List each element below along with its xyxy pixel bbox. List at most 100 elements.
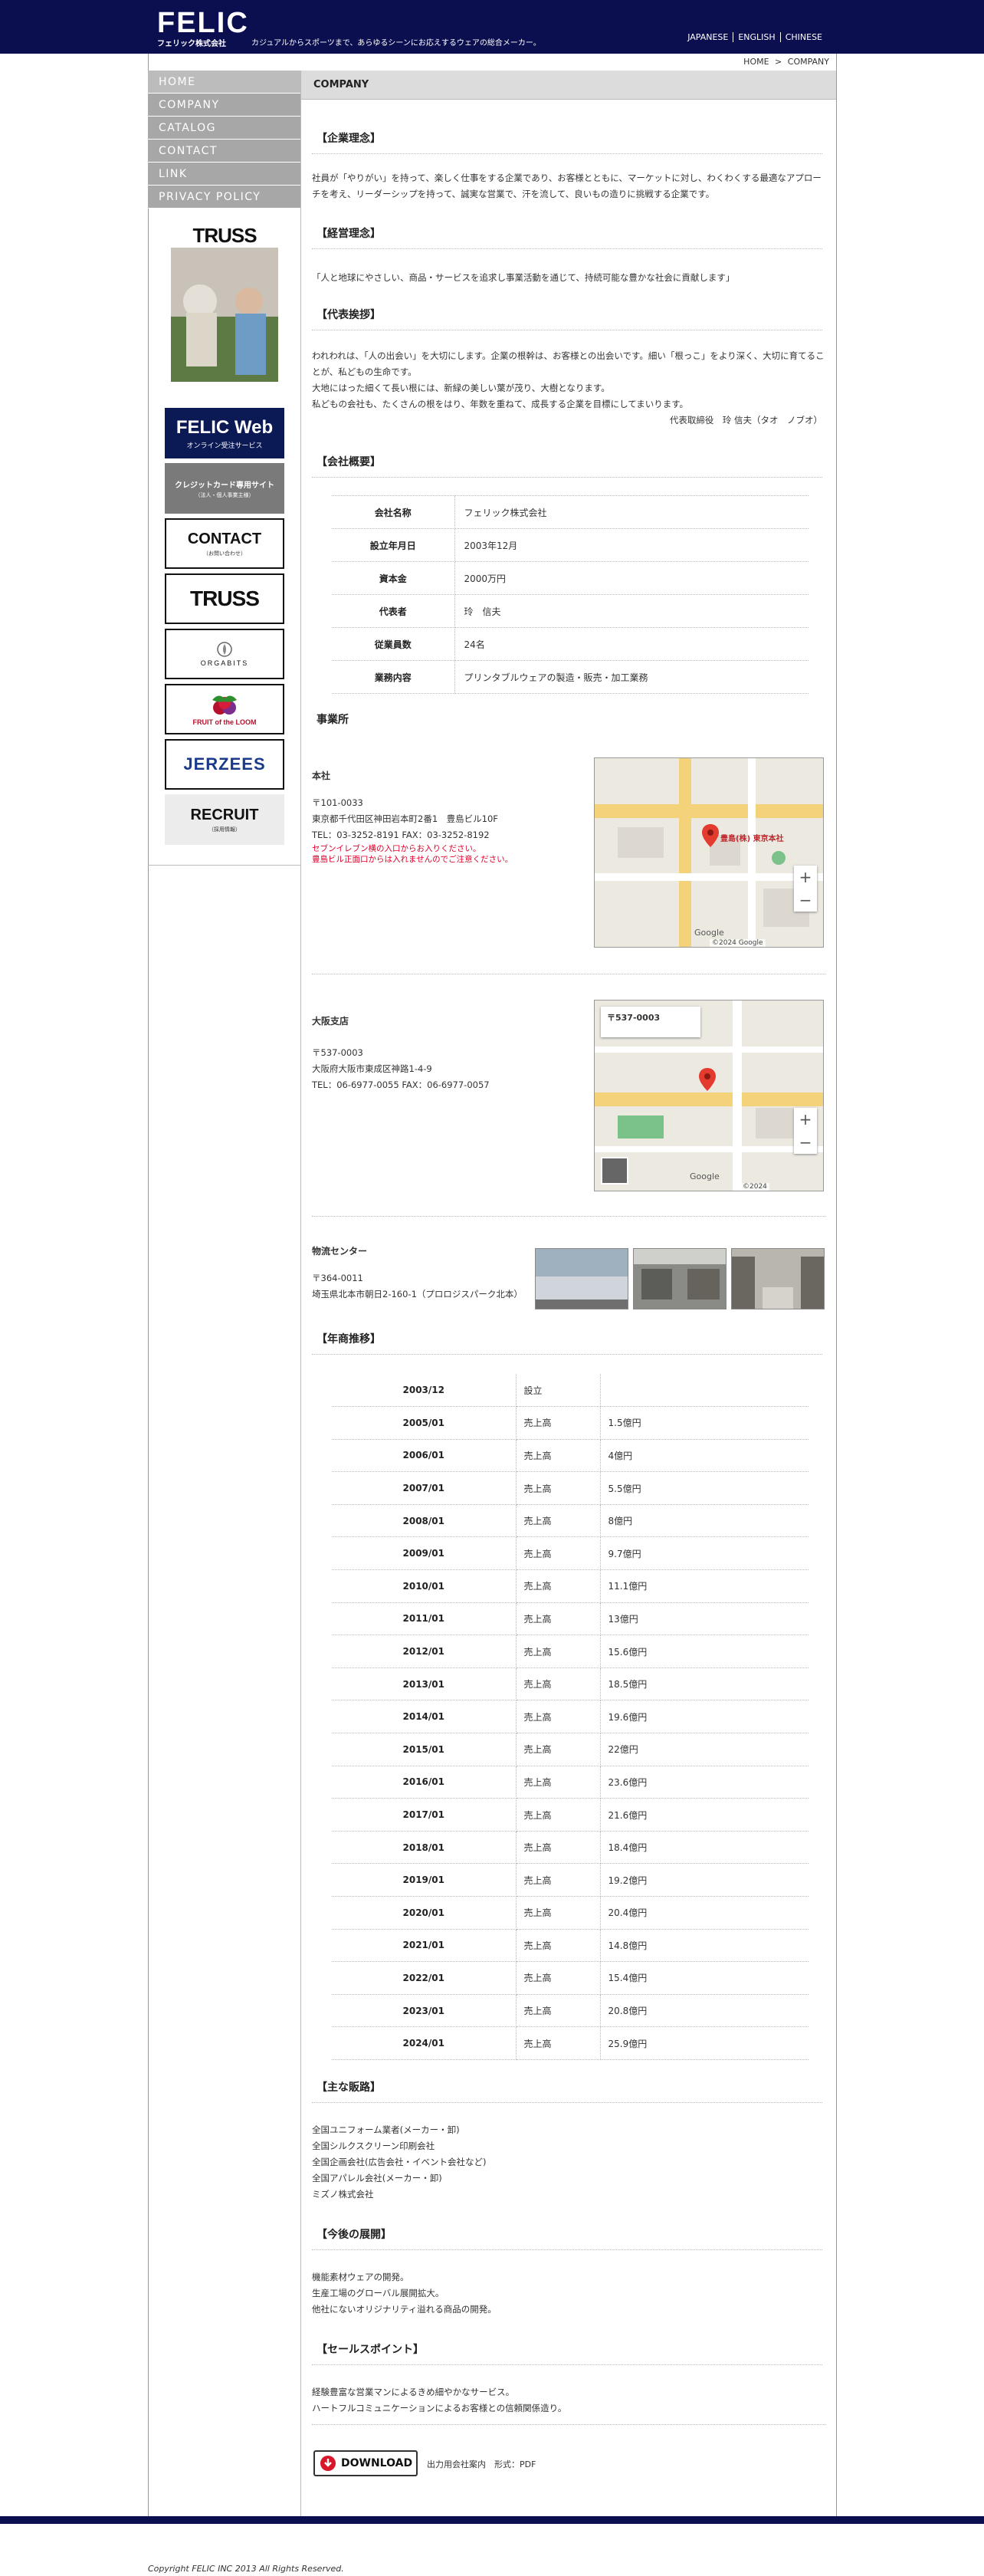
list-item: 全国ユニフォーム業者(メーカー・卸) <box>312 2124 460 2135</box>
history-year: 2005/01 <box>332 1406 517 1440</box>
history-amount: 21.6億円 <box>600 1798 809 1832</box>
credit-card-banner[interactable]: クレジットカード専用サイト （法人・個人事業主様） <box>165 463 284 514</box>
osaka-office-address: 大阪府大阪市東成区神路1-4-9 <box>312 1063 432 1074</box>
greeting-text: われわれは、「人の出会い」を大切にします。企業の根幹は、お客様との出会いです。細… <box>312 348 825 429</box>
street-view-thumb[interactable] <box>601 1157 628 1184</box>
history-amount: 13億円 <box>600 1602 809 1636</box>
recruit-title: RECRUIT <box>190 806 259 823</box>
jerzees-banner[interactable]: JERZEES <box>165 739 284 790</box>
history-amount: 20.4億円 <box>600 1896 809 1930</box>
copyright: Copyright FELIC INC 2013 All Rights Rese… <box>148 2564 344 2574</box>
warehouse-interior-photo-2 <box>731 1248 825 1309</box>
philosophy-text: 社員が「やりがい」を持って、楽しく仕事をする企業であり、お客様とともに、マーケッ… <box>312 172 822 199</box>
contact-title: CONTACT <box>187 530 262 547</box>
truss-logo: TRUSS <box>190 586 260 610</box>
history-label: 売上高 <box>516 1536 601 1571</box>
fruit-of-the-loom-banner[interactable]: FRUIT of the LOOM <box>165 684 284 734</box>
greeting-line-2: 大地にはった細くて長い根には、新緑の美しい葉が茂り、大樹となります。 <box>312 383 610 393</box>
table-row: 2011/01 売上高 13億円 <box>332 1602 809 1636</box>
annual-sales-table: 2003/12 設立 2005/01 売上高 1.5億円 2006/01 売上高 4億円 200… <box>332 1374 809 2060</box>
history-label: 売上高 <box>516 1831 601 1865</box>
orgabits-banner[interactable]: ORGABITS <box>165 629 284 679</box>
table-row: 会社名称 フェリック株式会社 <box>332 495 809 529</box>
felic-web-subtitle: オンライン受注サービス <box>186 442 263 450</box>
history-label: 売上高 <box>516 1471 601 1505</box>
download-button[interactable]: DOWNLOAD <box>313 2450 418 2476</box>
contact-banner[interactable]: CONTACT （お問い合わせ） <box>165 518 284 569</box>
history-label: 売上高 <box>516 1766 601 1799</box>
list-item: 全国アパレル会社(メーカー・卸) <box>312 2173 442 2183</box>
table-row: 2019/01 売上高 19.2億円 <box>332 1863 809 1897</box>
head-office-note-2: 豊島ビル正面口からは入れませんのでご注意ください。 <box>312 855 513 864</box>
lang-english[interactable]: ENGLISH <box>733 32 779 42</box>
greeting-signature: 代表取締役 玲 信夫（タオ ノブオ） <box>669 415 822 426</box>
history-label: 売上高 <box>516 1798 601 1832</box>
warehouse-interior-photo-1 <box>633 1248 727 1309</box>
truss-photo-banner[interactable]: TRUSS <box>171 224 278 400</box>
head-office-map[interactable]: 豊島(株) 東京本社 + − Google ©2024 Google <box>594 757 824 948</box>
table-row: 2010/01 売上高 11.1億円 <box>332 1569 809 1603</box>
map-pin-icon <box>699 1068 716 1091</box>
felic-web-banner[interactable]: FELIC Web オンライン受注サービス <box>165 408 284 458</box>
zoom-in-button[interactable]: + <box>794 866 817 889</box>
osaka-office-name: 大阪支店 <box>312 1016 349 1027</box>
footer-bar <box>0 2516 984 2524</box>
recruit-banner[interactable]: RECRUIT （採用情報） <box>165 794 284 845</box>
nav-catalog[interactable]: CATALOG <box>148 117 300 140</box>
contact-subtitle: （お問い合わせ） <box>203 550 246 557</box>
history-year: 2010/01 <box>332 1569 517 1603</box>
zoom-out-button[interactable]: − <box>794 889 817 912</box>
history-year: 2003/12 <box>332 1374 517 1408</box>
zoom-in-button[interactable]: + <box>794 1108 817 1131</box>
overview-value: 2000万円 <box>454 561 809 595</box>
lang-chinese[interactable]: CHINESE <box>779 32 827 42</box>
clients-list: 全国ユニフォーム業者(メーカー・卸) 全国シルクスクリーン印刷会社 全国企画会社… <box>312 2122 825 2203</box>
history-year: 2006/01 <box>332 1439 517 1473</box>
osaka-office-map[interactable]: 〒537-0003 + − Google ©2024 <box>594 1000 824 1191</box>
table-row: 2003/12 設立 <box>332 1374 809 1408</box>
table-row: 2021/01 売上高 14.8億円 <box>332 1929 809 1963</box>
table-row: 代表者玲 信夫 <box>332 594 809 628</box>
fruit-icon <box>212 695 237 715</box>
history-label: 売上高 <box>516 1569 601 1603</box>
table-row: 2005/01 売上高 1.5億円 <box>332 1406 809 1440</box>
list-item: 全国企画会社(広告会社・イベント会社など) <box>312 2157 487 2167</box>
head-office-name: 本社 <box>312 770 331 781</box>
table-row: 2008/01 売上高 8億円 <box>332 1504 809 1538</box>
logistics-zip: 〒364-0011 <box>312 1273 363 1283</box>
nav-company[interactable]: COMPANY <box>148 94 300 117</box>
head-office-tel: TEL：03-3252-8191 FAX：03-3252-8192 <box>312 830 490 840</box>
history-amount: 20.8億円 <box>600 1994 809 2028</box>
history-year: 2021/01 <box>332 1929 517 1963</box>
list-item: 生産工場のグローバル展開拡大。 <box>312 2288 444 2298</box>
site-logo[interactable]: FELIC フェリック株式会社 <box>157 8 249 48</box>
osaka-office-tel: TEL：06-6977-0055 FAX：06-6977-0057 <box>312 1079 490 1090</box>
nav-privacy-policy[interactable]: PRIVACY POLICY <box>148 186 300 209</box>
history-year: 2015/01 <box>332 1733 517 1766</box>
history-year: 2014/01 <box>332 1700 517 1734</box>
page-title: COMPANY <box>301 71 836 100</box>
truss-banner[interactable]: TRUSS <box>165 573 284 624</box>
truss-photo-image <box>171 248 278 393</box>
history-amount: 15.6億円 <box>600 1635 809 1668</box>
orgabits-logo: ORGABITS <box>200 659 249 667</box>
fruit-logo: FRUIT of the LOOM <box>192 718 257 726</box>
future-list: 機能素材ウェアの開発。 生産工場のグローバル展開拡大。 他社にないオリジナリティ… <box>312 2269 825 2318</box>
history-year: 2022/01 <box>332 1961 517 1995</box>
lang-japanese[interactable]: JAPANESE <box>683 32 733 42</box>
table-row: 2023/01 売上高 20.8億円 <box>332 1994 809 2028</box>
map-info-card: 〒537-0003 <box>601 1007 700 1037</box>
overview-key: 設立年月日 <box>332 528 455 562</box>
future-heading: 【今後の展開】 <box>312 2226 822 2250</box>
breadcrumb-home[interactable]: HOME <box>743 57 769 67</box>
history-amount: 22億円 <box>600 1733 809 1766</box>
history-year: 2009/01 <box>332 1536 517 1571</box>
nav-home[interactable]: HOME <box>148 71 300 94</box>
history-label: 売上高 <box>516 1863 601 1897</box>
nav-link[interactable]: LINK <box>148 163 300 186</box>
zoom-out-button[interactable]: − <box>794 1131 817 1154</box>
nav-contact[interactable]: CONTACT <box>148 140 300 163</box>
history-year: 2011/01 <box>332 1602 517 1636</box>
google-logo: Google <box>690 1171 720 1181</box>
recruit-subtitle: （採用情報） <box>208 826 241 833</box>
